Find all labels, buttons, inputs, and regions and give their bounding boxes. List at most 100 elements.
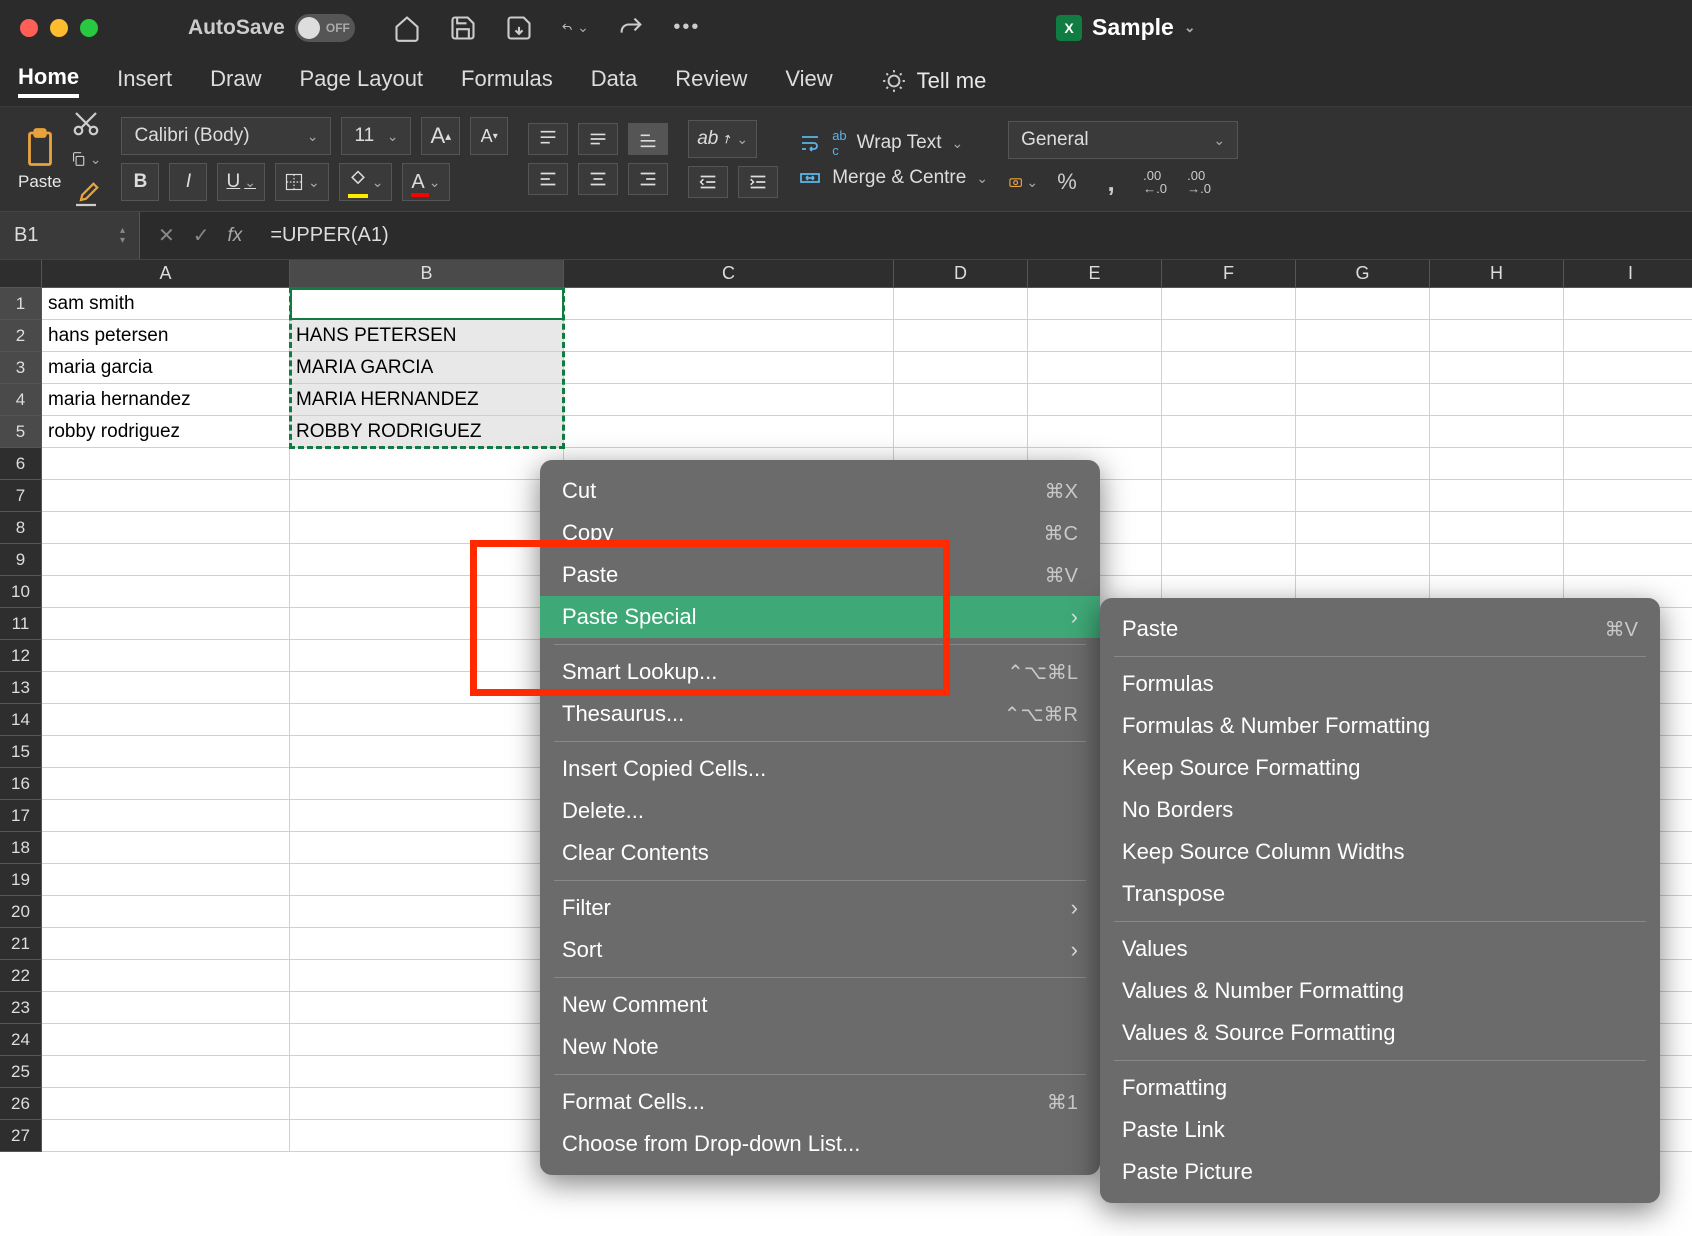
cell-B25[interactable] [290,1056,564,1088]
format-painter-icon[interactable] [71,180,101,210]
cell-A23[interactable] [42,992,290,1024]
row-head-6[interactable]: 6 [0,448,42,480]
sub-paste[interactable]: Paste⌘V [1100,608,1660,650]
comma-icon[interactable]: , [1096,167,1126,197]
cell-D1[interactable] [894,288,1028,320]
cell-G1[interactable] [1296,288,1430,320]
percent-icon[interactable]: % [1052,167,1082,197]
number-format-select[interactable]: General⌄ [1008,121,1238,159]
font-name-select[interactable]: Calibri (Body)⌄ [121,117,331,155]
align-right-icon[interactable] [628,163,668,195]
name-box[interactable]: B1 ▴▾ [0,212,140,259]
ctx-sort[interactable]: Sort› [540,929,1100,971]
cell-H5[interactable] [1430,416,1564,448]
align-middle-icon[interactable] [578,123,618,155]
toggle-switch[interactable]: OFF [295,14,355,42]
cell-F9[interactable] [1162,544,1296,576]
cell-B1[interactable]: SAM SMITH [290,288,564,320]
close-window-button[interactable] [20,19,38,37]
cell-A11[interactable] [42,608,290,640]
cell-A24[interactable] [42,1024,290,1056]
cancel-formula-icon[interactable]: ✕ [158,223,175,248]
tab-page-layout[interactable]: Page Layout [300,66,424,96]
cell-B23[interactable] [290,992,564,1024]
ctx-thesaurus[interactable]: Thesaurus...⌃⌥⌘R [540,693,1100,735]
cell-I9[interactable] [1564,544,1692,576]
cell-B8[interactable] [290,512,564,544]
ctx-insert-copied[interactable]: Insert Copied Cells... [540,748,1100,790]
cell-A15[interactable] [42,736,290,768]
confirm-formula-icon[interactable]: ✓ [193,223,210,248]
row-head-12[interactable]: 12 [0,640,42,672]
cell-H6[interactable] [1430,448,1564,480]
cut-icon[interactable] [71,108,101,138]
increase-decimal-icon[interactable]: .00←.0 [1140,167,1170,197]
cell-A1[interactable]: sam smith [42,288,290,320]
save-as-icon[interactable] [505,14,533,42]
row-head-21[interactable]: 21 [0,928,42,960]
sub-formatting[interactable]: Formatting [1100,1067,1660,1109]
row-head-19[interactable]: 19 [0,864,42,896]
row-head-3[interactable]: 3 [0,352,42,384]
document-title[interactable]: X Sample ⌄ [1056,14,1196,41]
currency-icon[interactable]: ⌄ [1008,167,1038,197]
underline-button[interactable]: U⌄ [217,163,264,201]
cell-B6[interactable] [290,448,564,480]
cell-E4[interactable] [1028,384,1162,416]
cell-H4[interactable] [1430,384,1564,416]
cell-D3[interactable] [894,352,1028,384]
cell-G6[interactable] [1296,448,1430,480]
cell-H7[interactable] [1430,480,1564,512]
align-left-icon[interactable] [528,163,568,195]
select-all-corner[interactable] [0,260,42,288]
row-head-11[interactable]: 11 [0,608,42,640]
cell-H3[interactable] [1430,352,1564,384]
cell-E2[interactable] [1028,320,1162,352]
row-head-20[interactable]: 20 [0,896,42,928]
cell-A3[interactable]: maria garcia [42,352,290,384]
font-color-button[interactable]: A⌄ [402,163,449,201]
cell-G4[interactable] [1296,384,1430,416]
cell-E3[interactable] [1028,352,1162,384]
cell-B17[interactable] [290,800,564,832]
sub-values-number-formatting[interactable]: Values & Number Formatting [1100,970,1660,1012]
cell-F6[interactable] [1162,448,1296,480]
cell-B10[interactable] [290,576,564,608]
cell-A22[interactable] [42,960,290,992]
cell-A16[interactable] [42,768,290,800]
autosave-toggle[interactable]: AutoSave OFF [188,14,355,42]
cell-F4[interactable] [1162,384,1296,416]
row-head-9[interactable]: 9 [0,544,42,576]
cell-C4[interactable] [564,384,894,416]
align-bottom-icon[interactable] [628,123,668,155]
increase-indent-icon[interactable] [738,166,778,198]
sub-values[interactable]: Values [1100,928,1660,970]
col-head-D[interactable]: D [894,260,1028,288]
ctx-cut[interactable]: Cut⌘X [540,470,1100,512]
cell-A18[interactable] [42,832,290,864]
cell-E5[interactable] [1028,416,1162,448]
undo-icon[interactable]: ⌄ [561,14,589,42]
cell-G2[interactable] [1296,320,1430,352]
row-head-23[interactable]: 23 [0,992,42,1024]
cell-B12[interactable] [290,640,564,672]
ctx-format-cells[interactable]: Format Cells...⌘1 [540,1081,1100,1123]
col-head-B[interactable]: B [290,260,564,288]
cell-H2[interactable] [1430,320,1564,352]
cell-I3[interactable] [1564,352,1692,384]
cell-F3[interactable] [1162,352,1296,384]
cell-B20[interactable] [290,896,564,928]
cell-G9[interactable] [1296,544,1430,576]
align-top-icon[interactable] [528,123,568,155]
cell-A19[interactable] [42,864,290,896]
row-head-10[interactable]: 10 [0,576,42,608]
decrease-font-icon[interactable]: A▾ [470,117,508,155]
row-head-24[interactable]: 24 [0,1024,42,1056]
sub-keep-source-formatting[interactable]: Keep Source Formatting [1100,747,1660,789]
cell-B11[interactable] [290,608,564,640]
row-head-5[interactable]: 5 [0,416,42,448]
cell-B24[interactable] [290,1024,564,1056]
tab-review[interactable]: Review [675,66,747,96]
cell-I2[interactable] [1564,320,1692,352]
cell-A6[interactable] [42,448,290,480]
